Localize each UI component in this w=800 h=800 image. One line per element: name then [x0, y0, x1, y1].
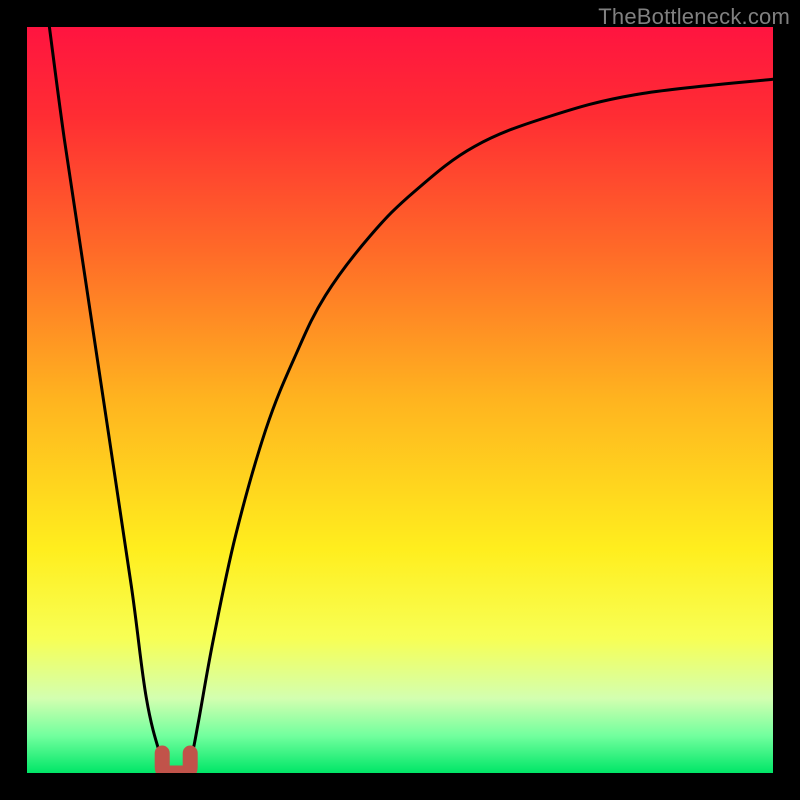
watermark-text: TheBottleneck.com: [598, 4, 790, 30]
curve-layer: [27, 27, 773, 773]
bottleneck-curve: [49, 27, 773, 773]
minimum-marker: [162, 753, 190, 773]
plot-area: [27, 27, 773, 773]
outer-frame: TheBottleneck.com: [0, 0, 800, 800]
